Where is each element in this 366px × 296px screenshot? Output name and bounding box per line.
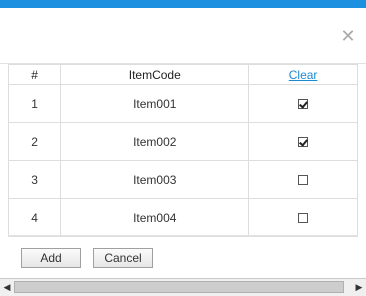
table-row: 1 Item001 (7, 84, 358, 123)
column-header-itemcode: ItemCode (60, 64, 250, 85)
row-number: 1 (7, 84, 62, 123)
horizontal-scrollbar[interactable]: ◀ ▶ (0, 278, 366, 296)
table-row: 4 Item004 (7, 198, 358, 237)
footer-divider (8, 235, 358, 236)
row-checkbox[interactable] (298, 213, 309, 224)
row-checkbox-cell (248, 198, 358, 237)
row-checkbox[interactable] (298, 175, 309, 186)
add-button[interactable]: Add (21, 248, 81, 268)
item-table: # ItemCode Clear 1 Item001 2 Item002 3 I… (7, 64, 358, 237)
row-number: 4 (7, 198, 62, 237)
row-itemcode: Item002 (60, 122, 250, 161)
row-number: 3 (7, 160, 62, 199)
column-header-clear: Clear (248, 64, 358, 85)
close-icon[interactable]: ✕ (340, 27, 356, 45)
row-itemcode: Item001 (60, 84, 250, 123)
row-itemcode: Item003 (60, 160, 250, 199)
scroll-left-arrow-icon[interactable]: ◀ (0, 279, 14, 296)
row-checkbox-cell (248, 122, 358, 161)
table-row: 3 Item003 (7, 160, 358, 199)
dialog-accent-bar (0, 0, 366, 8)
cancel-button[interactable]: Cancel (93, 248, 153, 268)
table-row: 2 Item002 (7, 122, 358, 161)
row-checkbox[interactable] (298, 99, 309, 110)
scrollbar-thumb[interactable] (14, 281, 344, 293)
table-header-row: # ItemCode Clear (7, 64, 358, 85)
row-itemcode: Item004 (60, 198, 250, 237)
row-checkbox[interactable] (298, 137, 309, 148)
column-header-number: # (7, 64, 62, 85)
row-checkbox-cell (248, 84, 358, 123)
clear-link[interactable]: Clear (289, 68, 318, 82)
row-checkbox-cell (248, 160, 358, 199)
scroll-right-arrow-icon[interactable]: ▶ (352, 279, 366, 296)
item-selection-dialog: ✕ # ItemCode Clear 1 Item001 2 Item002 3… (0, 0, 366, 296)
row-number: 2 (7, 122, 62, 161)
